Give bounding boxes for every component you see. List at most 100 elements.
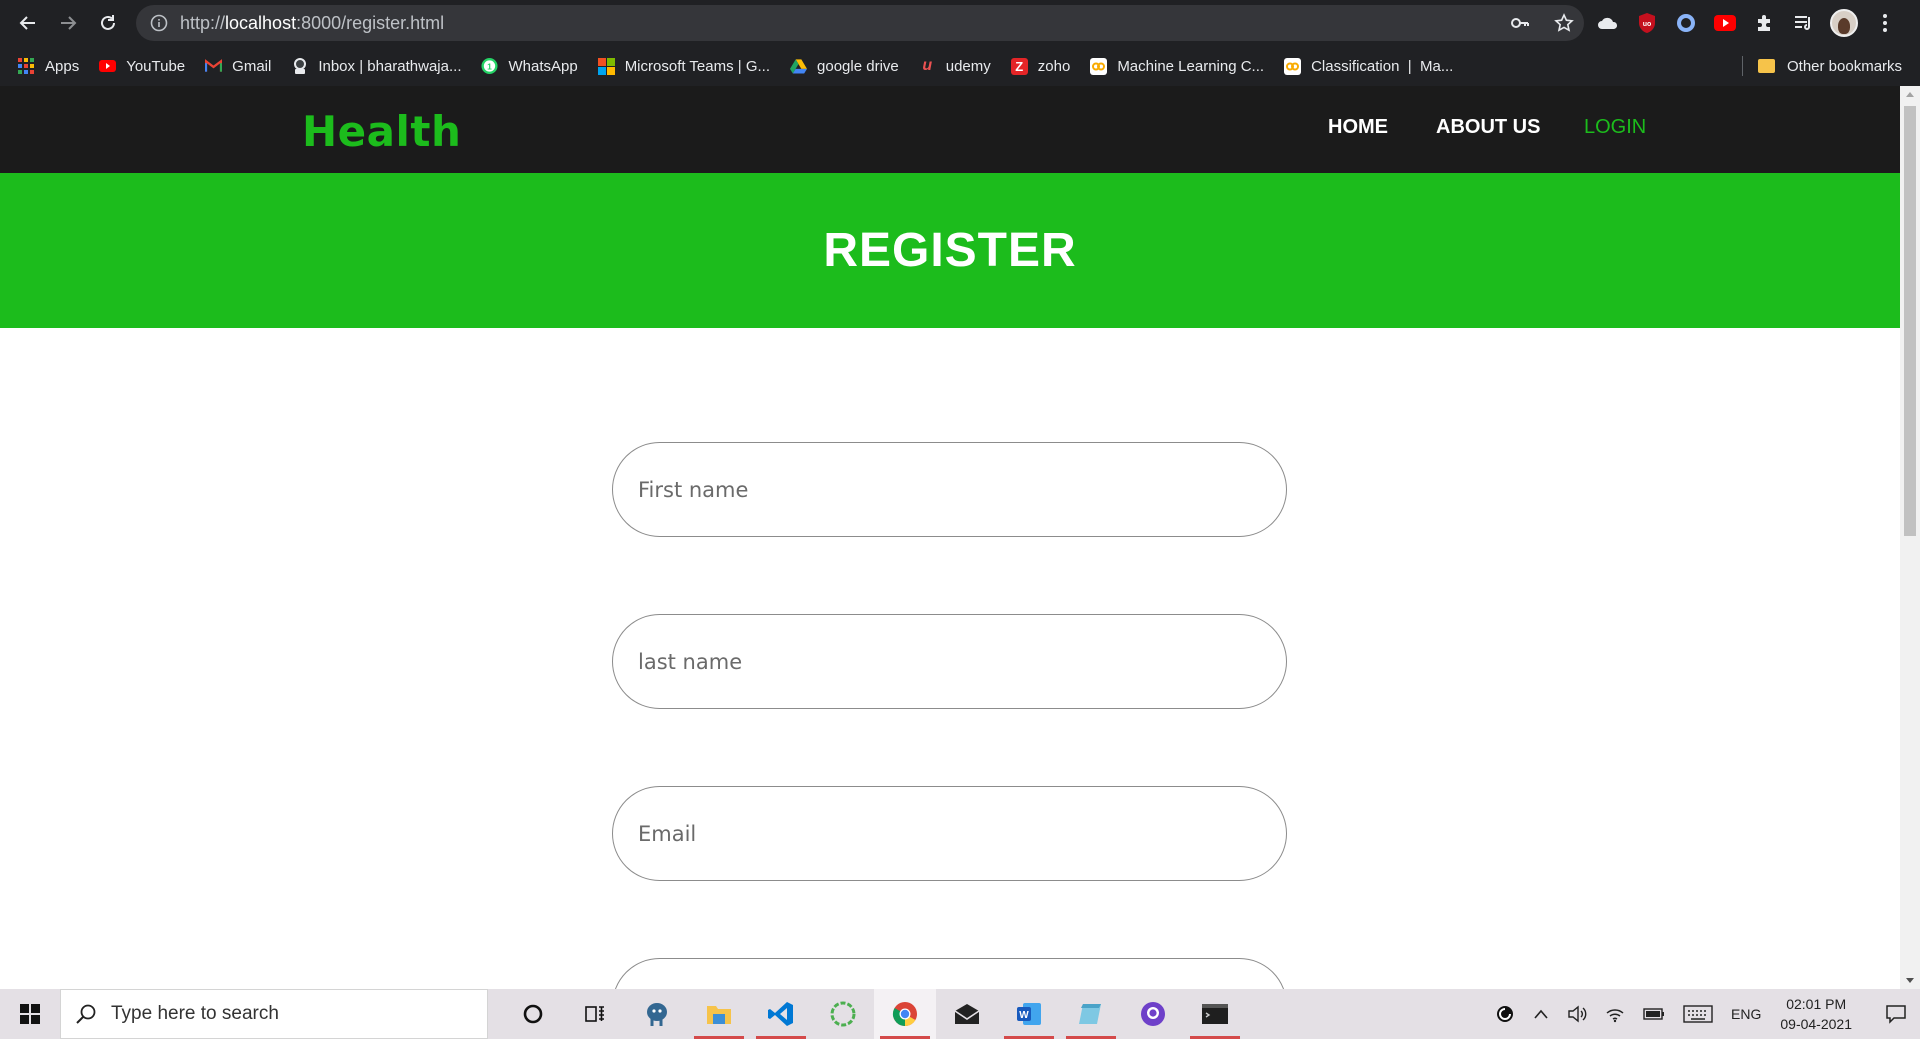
bookmark-youtube[interactable]: YouTube <box>99 58 185 75</box>
youtube-extension-icon[interactable] <box>1713 11 1737 35</box>
windows-logo-icon <box>20 1004 40 1024</box>
info-icon[interactable] <box>150 14 168 32</box>
file-explorer-icon[interactable] <box>688 989 750 1039</box>
bookmark-zoho[interactable]: Z zoho <box>1010 57 1070 75</box>
github-desktop-icon[interactable] <box>1122 989 1184 1039</box>
chevron-up-icon[interactable] <box>1533 1008 1549 1020</box>
back-arrow-icon <box>19 16 35 30</box>
sync-app-icon[interactable] <box>1495 1004 1515 1024</box>
volume-icon[interactable] <box>1567 1005 1587 1023</box>
language-indicator[interactable]: ENG <box>1731 1006 1761 1022</box>
cloud-extension-icon[interactable] <box>1596 11 1620 35</box>
media-queue-icon[interactable] <box>1791 11 1815 35</box>
colab-icon <box>1284 57 1302 75</box>
address-bar-actions <box>1510 5 1574 41</box>
battery-icon[interactable] <box>1643 1007 1665 1021</box>
start-button[interactable] <box>0 989 60 1039</box>
taskbar-search[interactable]: Type here to search <box>60 989 488 1039</box>
system-tray: ENG 02:01 PM 09-04-2021 <box>1486 989 1920 1039</box>
chrome-icon[interactable] <box>874 989 936 1039</box>
svg-text:uo: uo <box>1643 21 1652 28</box>
bookmarks-bar: Apps YouTube Gmail Inbox | bharathwaja..… <box>0 46 1920 86</box>
address-bar[interactable]: http://localhost:8000/register.html <box>136 5 1584 41</box>
bookmark-label: YouTube <box>126 57 186 75</box>
bookmark-google-drive[interactable]: google drive <box>790 58 899 75</box>
bookmark-label: Classification | Ma... <box>1311 57 1454 75</box>
bookmark-microsoft-teams[interactable]: Microsoft Teams | G... <box>597 57 771 75</box>
bookmark-label: Machine Learning C... <box>1117 57 1265 75</box>
first-name-input[interactable] <box>612 442 1287 537</box>
page-banner: REGISTER <box>0 173 1900 328</box>
mail-icon[interactable] <box>936 989 998 1039</box>
kebab-menu-icon[interactable] <box>1873 11 1897 35</box>
bookmark-whatsapp[interactable]: 1 WhatsApp <box>481 57 578 75</box>
bookmarks-divider <box>1742 56 1743 76</box>
bookmark-label: WhatsApp <box>508 57 578 75</box>
bookmark-udemy[interactable]: u udemy <box>919 57 991 75</box>
last-name-input[interactable] <box>612 614 1287 709</box>
nav-about-us[interactable]: ABOUT US <box>1436 116 1540 139</box>
url-text[interactable]: http://localhost:8000/register.html <box>180 13 444 34</box>
bookmark-classification[interactable]: Classification | Ma... <box>1284 57 1454 75</box>
bookmark-label: Gmail <box>232 57 272 75</box>
word-icon[interactable]: W <box>998 989 1060 1039</box>
notifications-button[interactable] <box>1872 1003 1920 1025</box>
colab-icon <box>1090 57 1108 75</box>
clock-date: 09-04-2021 <box>1780 1016 1852 1032</box>
gmail-icon <box>205 58 223 75</box>
terminal-icon[interactable] <box>1184 989 1246 1039</box>
bookmark-label: Microsoft Teams | G... <box>624 57 771 75</box>
extensions-area: uo <box>1596 5 1897 41</box>
nav-home[interactable]: HOME <box>1328 116 1388 139</box>
key-icon[interactable] <box>1510 13 1530 33</box>
clock-time: 02:01 PM <box>1786 996 1847 1012</box>
password-input[interactable] <box>612 958 1287 989</box>
clock[interactable]: 02:01 PM 09-04-2021 <box>1780 994 1852 1034</box>
nav-login[interactable]: LOGIN <box>1584 116 1646 139</box>
profile-avatar[interactable] <box>1830 9 1858 37</box>
forward-button[interactable] <box>50 5 86 41</box>
scroll-up-icon[interactable] <box>1906 92 1914 97</box>
udemy-icon: u <box>922 57 933 74</box>
browser-toolbar: http://localhost:8000/register.html uo <box>0 0 1920 46</box>
bookmark-machine-learning[interactable]: Machine Learning C... <box>1090 57 1265 75</box>
loading-ring-icon[interactable] <box>812 989 874 1039</box>
svg-text:1: 1 <box>488 61 493 71</box>
ublock-icon[interactable]: uo <box>1635 11 1659 35</box>
zoho-icon: Z <box>1010 57 1028 75</box>
task-view-icon[interactable] <box>564 989 626 1039</box>
bookmark-inbox[interactable]: Inbox | bharathwaja... <box>291 57 462 75</box>
scroll-down-icon[interactable] <box>1906 978 1914 983</box>
whatsapp-icon: 1 <box>481 57 499 75</box>
other-bookmarks-folder[interactable]: Other bookmarks <box>1758 46 1902 86</box>
notification-icon <box>1886 1005 1906 1024</box>
bookmark-gmail[interactable]: Gmail <box>205 58 271 75</box>
url-host: localhost <box>225 12 297 33</box>
vscode-icon[interactable] <box>750 989 812 1039</box>
scrollbar-thumb[interactable] <box>1904 106 1916 536</box>
url-scheme: http:// <box>180 12 226 33</box>
notes-app-icon[interactable] <box>1060 989 1122 1039</box>
wifi-icon[interactable] <box>1605 1005 1625 1023</box>
windows-taskbar: Type here to search W ENG 02:01 PM 09-04… <box>0 989 1920 1039</box>
star-icon[interactable] <box>1554 13 1574 33</box>
youtube-icon <box>99 58 117 75</box>
forward-arrow-icon <box>61 16 77 30</box>
page-viewport: Health HOME ABOUT US LOGIN REGISTER <box>0 86 1900 989</box>
postgresql-icon[interactable] <box>626 989 688 1039</box>
microsoft-icon <box>597 57 615 75</box>
bookmark-label: udemy <box>945 57 991 75</box>
cortana-icon[interactable] <box>502 989 564 1039</box>
puzzle-extensions-icon[interactable] <box>1752 11 1776 35</box>
keyboard-icon[interactable] <box>1683 1005 1713 1023</box>
reload-icon <box>101 15 115 30</box>
bookmark-label: Inbox | bharathwaja... <box>318 57 462 75</box>
reload-button[interactable] <box>90 5 126 41</box>
bookmark-apps[interactable]: Apps <box>18 57 79 75</box>
circle-extension-icon[interactable] <box>1674 11 1698 35</box>
email-input[interactable] <box>612 786 1287 881</box>
back-button[interactable] <box>10 5 46 41</box>
page-title: REGISTER <box>823 224 1077 277</box>
site-logo[interactable]: Health <box>302 107 461 156</box>
page-scrollbar[interactable] <box>1900 86 1920 989</box>
